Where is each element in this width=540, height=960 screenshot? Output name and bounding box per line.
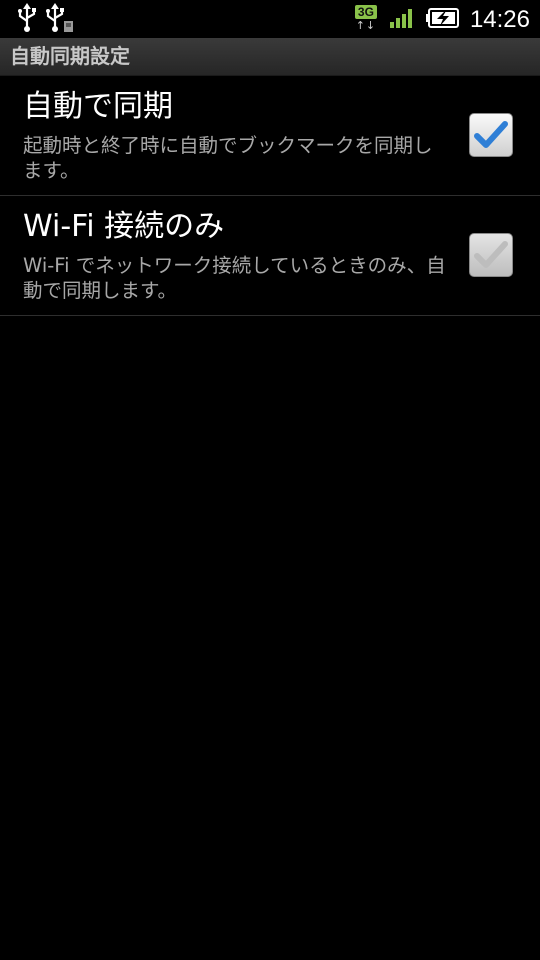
checkmark-icon <box>474 121 508 148</box>
network-type-indicator: 3G ↑↓ <box>352 5 380 35</box>
battery-charging-icon <box>425 7 460 33</box>
wifi-only-checkbox[interactable] <box>469 233 513 277</box>
network-activity-arrows: ↑↓ <box>355 19 377 32</box>
preference-title: 自動で同期 <box>23 89 173 124</box>
status-clock: 14:26 <box>469 6 530 33</box>
checkmark-icon <box>474 241 508 268</box>
network-type-label: 3G <box>354 5 377 19</box>
page-title: 自動同期設定 <box>10 44 130 68</box>
preference-list: 自動で同期 起動時と終了時に自動でブックマークを同期します。 Wi-Fi 接続の… <box>0 76 540 316</box>
status-bar: 3G ↑↓ 14:26 <box>0 0 540 38</box>
status-system: 3G ↑↓ 14:26 <box>352 3 530 37</box>
auto-sync-checkbox[interactable] <box>469 113 513 157</box>
usb-icon <box>16 3 38 37</box>
preference-summary: Wi-Fi でネットワーク接続しているときのみ、自動で同期します。 <box>23 254 446 302</box>
preference-summary: 起動時と終了時に自動でブックマークを同期します。 <box>23 134 433 182</box>
usb-debug-icon <box>44 3 74 37</box>
title-bar: 自動同期設定 <box>0 38 540 76</box>
preference-title: Wi-Fi 接続のみ <box>23 209 225 244</box>
status-notifications <box>16 3 74 37</box>
signal-bars-icon <box>389 7 416 33</box>
preference-auto-sync[interactable]: 自動で同期 起動時と終了時に自動でブックマークを同期します。 <box>0 76 540 196</box>
preference-wifi-only[interactable]: Wi-Fi 接続のみ Wi-Fi でネットワーク接続しているときのみ、自動で同期… <box>0 196 540 316</box>
